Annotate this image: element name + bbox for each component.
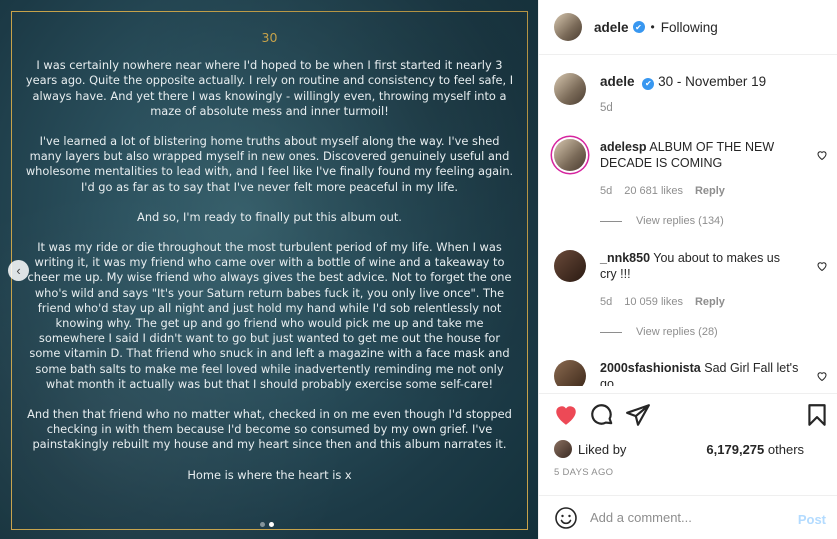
letter-text: 30 I was certainly nowhere near where I'… — [22, 30, 517, 498]
avatar[interactable] — [554, 360, 586, 386]
letter-paragraph: I was certainly nowhere near where I'd h… — [25, 58, 514, 118]
comment-likes[interactable]: 10 059 likes — [624, 296, 683, 308]
post-header: adele ✔ • Following — [539, 0, 837, 55]
avatar[interactable] — [554, 73, 586, 105]
comment-username[interactable]: adelesp — [600, 140, 647, 154]
avatar[interactable] — [554, 440, 572, 458]
emoji-icon[interactable] — [554, 506, 578, 530]
comment-meta: 5d 20 681 likes Reply — [600, 185, 824, 197]
letter-paragraph: It was my ride or die throughout the mos… — [27, 240, 512, 391]
comment-time[interactable]: 5d — [600, 296, 612, 308]
letter-paragraph: I've learned a lot of blistering home tr… — [25, 134, 514, 194]
post-timestamp[interactable]: 5 DAYS AGO — [554, 467, 613, 478]
like-count[interactable]: 6,179,275 others — [706, 442, 804, 457]
carousel-dot[interactable] — [260, 522, 265, 527]
comment-username[interactable]: _nnk850 — [600, 251, 650, 265]
avatar[interactable] — [554, 139, 586, 171]
comments-list[interactable]: adele ✔ 30 - November 19 5d adelesp ALBU… — [539, 56, 837, 386]
divider — [600, 331, 622, 333]
list-item: 2000sfashionista Sad Girl Fall let's go — [554, 360, 827, 386]
carousel-dot-active[interactable] — [269, 522, 274, 527]
avatar[interactable] — [554, 250, 586, 282]
following-button[interactable]: Following — [661, 20, 718, 35]
view-replies-label: View replies (134) — [636, 215, 724, 227]
caption: adele ✔ 30 - November 19 5d — [554, 73, 766, 117]
avatar[interactable] — [554, 13, 582, 41]
post-button[interactable]: Post — [798, 512, 826, 527]
comment-input[interactable] — [590, 510, 790, 525]
like-count-suffix: others — [767, 441, 805, 457]
comment-username[interactable]: 2000sfashionista — [600, 361, 701, 375]
caption-time[interactable]: 5d — [600, 100, 766, 117]
heart-icon[interactable] — [816, 370, 828, 382]
carousel-prev-button[interactable]: ‹ — [8, 260, 29, 281]
post-actions — [539, 393, 837, 433]
reply-button[interactable]: Reply — [695, 296, 725, 308]
liked-by-label: Liked by — [578, 441, 627, 457]
heart-filled-icon[interactable] — [553, 402, 579, 428]
bookmark-icon[interactable] — [804, 402, 830, 428]
list-item: _nnk850 You about to makes us cry !!! 5d… — [554, 250, 827, 338]
heart-icon[interactable] — [816, 260, 828, 272]
comment-icon[interactable] — [589, 402, 615, 428]
comment-likes[interactable]: 20 681 likes — [624, 185, 683, 197]
view-replies-button[interactable]: View replies (134) — [600, 215, 824, 227]
comment-time[interactable]: 5d — [600, 185, 612, 197]
separator-dot: • — [650, 20, 655, 34]
divider — [600, 220, 622, 222]
carousel-dots — [260, 522, 274, 527]
reply-button[interactable]: Reply — [695, 185, 725, 197]
letter-heading: 30 — [261, 30, 278, 45]
chevron-left-icon: ‹ — [16, 263, 21, 278]
liked-by: Liked by 6,179,275 others — [554, 440, 804, 458]
caption-username[interactable]: adele — [600, 74, 635, 89]
letter-paragraph: And then that friend who no matter what,… — [27, 407, 512, 452]
comment-meta: 5d 10 059 likes Reply — [600, 296, 824, 308]
verified-badge-icon: ✔ — [632, 21, 645, 33]
list-item: adelesp ALBUM OF THE NEW DECADE IS COMIN… — [554, 139, 827, 227]
share-icon[interactable] — [625, 402, 651, 428]
view-replies-label: View replies (28) — [636, 326, 718, 338]
letter-paragraph: And so, I'm ready to finally put this al… — [137, 209, 402, 224]
heart-icon[interactable] — [816, 149, 828, 161]
author-username[interactable]: adele — [594, 20, 629, 35]
like-count-number: 6,179,275 — [706, 441, 765, 457]
caption-text: 30 - November 19 — [658, 74, 767, 89]
post-image[interactable]: 30 I was certainly nowhere near where I'… — [0, 0, 538, 539]
letter-paragraph: Home is where the heart is x — [187, 467, 352, 482]
verified-badge-icon: ✔ — [642, 77, 655, 90]
post-side-panel: adele ✔ • Following adele ✔ 30 - Novembe… — [538, 0, 837, 539]
add-comment-bar: Post — [539, 495, 837, 539]
view-replies-button[interactable]: View replies (28) — [600, 326, 824, 338]
